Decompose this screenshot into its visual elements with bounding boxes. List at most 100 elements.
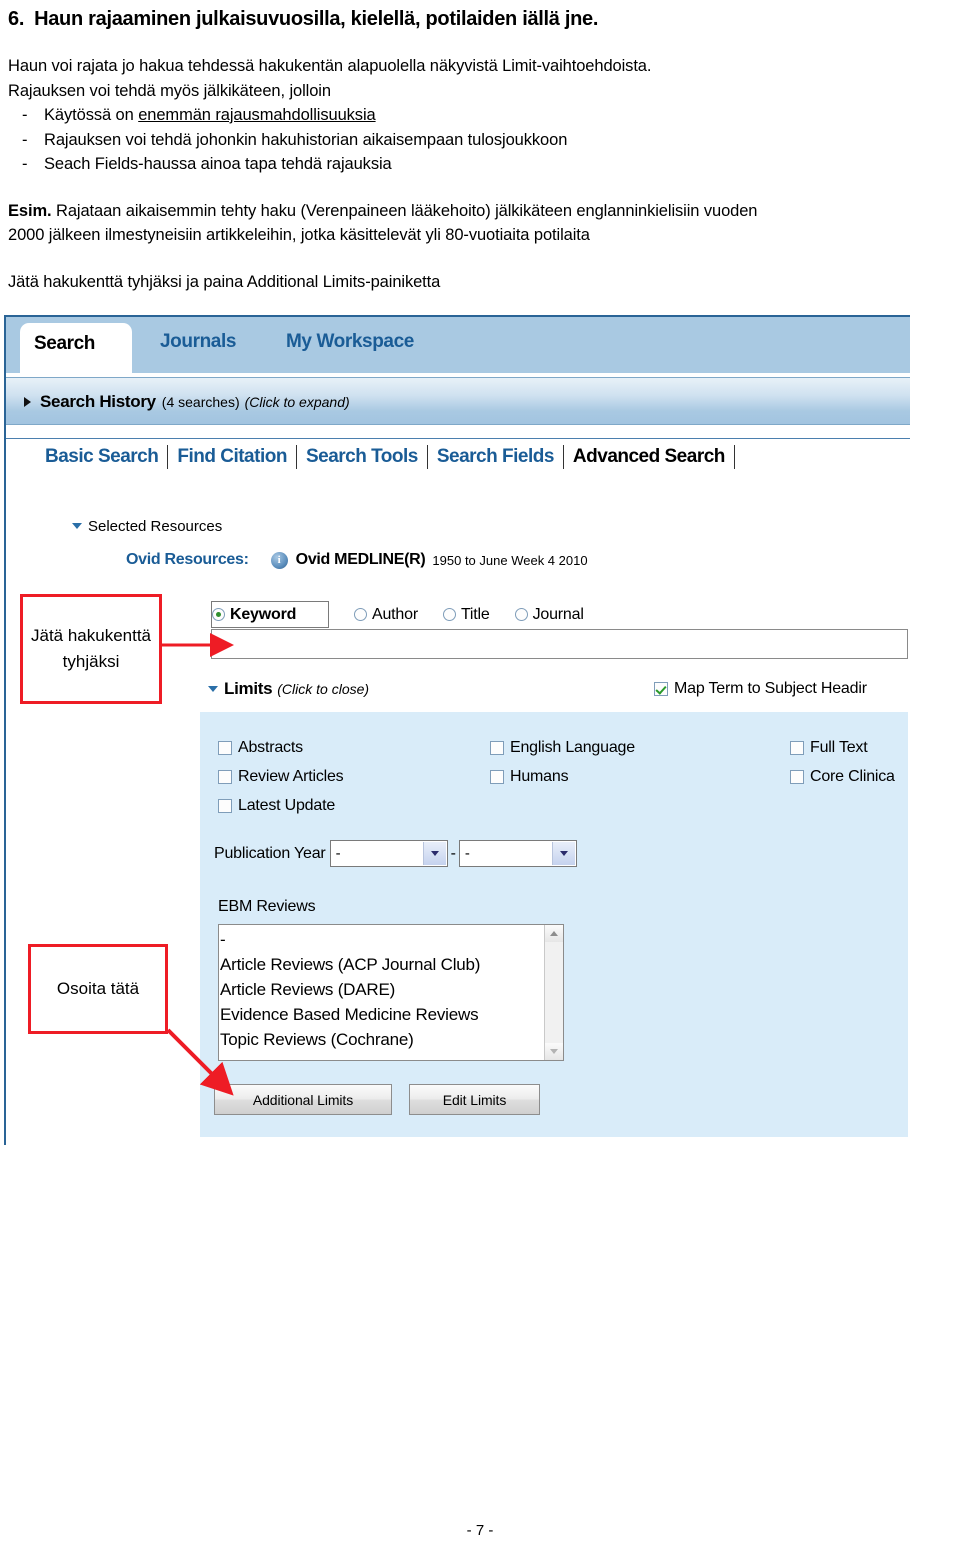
- radio-title-icon[interactable]: [442, 608, 456, 621]
- bullet-text-underlined: enemmän rajausmahdollisuuksia: [138, 106, 376, 124]
- radio-keyword-icon[interactable]: [212, 608, 225, 621]
- english-language-label: English Language: [510, 739, 635, 756]
- checkbox-row-abstracts[interactable]: Abstracts: [218, 739, 303, 757]
- selected-resources-label: Selected Resources: [88, 518, 223, 535]
- radio-author-label: Author: [372, 605, 418, 623]
- scroll-down-icon[interactable]: [545, 1043, 563, 1060]
- publication-year-to-value: -: [464, 845, 470, 862]
- radio-journal-label: Journal: [532, 605, 584, 623]
- search-input[interactable]: [211, 629, 908, 659]
- subnav-item-basic-search[interactable]: Basic Search: [36, 446, 167, 468]
- additional-limits-button[interactable]: Additional Limits: [214, 1084, 392, 1115]
- ovid-database-range: 1950 to June Week 4 2010: [432, 552, 588, 568]
- radio-option-author[interactable]: Author: [354, 606, 418, 624]
- annotation-box-leave-field-empty: Jätä hakukenttä tyhjäksi: [20, 594, 162, 704]
- search-history-title: Search History: [40, 392, 156, 411]
- list-item[interactable]: Article Reviews (ACP Journal Club): [220, 952, 563, 977]
- bullet-dash: -: [22, 106, 28, 124]
- english-language-checkbox[interactable]: [490, 741, 504, 755]
- annotation-box-point-here: Osoita tätä: [28, 944, 168, 1034]
- nav-divider: [733, 445, 735, 469]
- example-paragraph-line-2: 2000 jälkeen ilmestyneisiin artikkeleihi…: [8, 226, 590, 244]
- tab-my-workspace-label: My Workspace: [286, 331, 414, 352]
- chevron-down-icon[interactable]: [422, 842, 446, 865]
- checkbox-row-full-text[interactable]: Full Text: [790, 739, 868, 757]
- review-articles-checkbox[interactable]: [218, 770, 232, 784]
- list-item[interactable]: -: [220, 927, 563, 952]
- checkbox-row-review-articles[interactable]: Review Articles: [218, 768, 344, 786]
- bullet-text-pre: Rajauksen voi tehdä johonkin hakuhistori…: [44, 130, 568, 149]
- bullet-text-pre: Käytössä on: [44, 106, 139, 124]
- limits-toggle[interactable]: Limits (Click to close): [208, 679, 369, 699]
- list-item[interactable]: Article Reviews (DARE): [220, 977, 563, 1002]
- publication-year-label: Publication Year: [214, 844, 326, 862]
- publication-year-to-select[interactable]: -: [458, 840, 577, 867]
- list-item[interactable]: Evidence Based Medicine Reviews: [220, 1002, 563, 1027]
- checkbox-row-english-language[interactable]: English Language: [490, 739, 635, 757]
- radio-author-icon[interactable]: [354, 608, 367, 621]
- search-history-hint: (Click to expand): [244, 394, 350, 410]
- full-text-checkbox[interactable]: [790, 741, 804, 755]
- list-item[interactable]: Topic Reviews (Cochrane): [220, 1027, 563, 1052]
- map-term-checkbox-row[interactable]: Map Term to Subject Headir: [654, 680, 908, 698]
- tab-my-workspace[interactable]: My Workspace: [272, 321, 428, 375]
- search-history-bar[interactable]: Search History (4 searches) (Click to expa…: [6, 377, 910, 425]
- ovid-resources-label: Ovid Resources:: [126, 551, 249, 568]
- ebm-reviews-listbox[interactable]: - Article Reviews (ACP Journal Club) Art…: [218, 924, 564, 1061]
- bullet-text-pre: Seach Fields-haussa ainoa tapa tehdä raj…: [44, 155, 392, 173]
- core-clinical-label: Core Clinica: [810, 768, 895, 785]
- bullet-dash: -: [22, 130, 28, 149]
- search-history-count: (4 searches): [161, 394, 240, 410]
- example-label: Esim.: [8, 201, 52, 220]
- ebm-reviews-options: - Article Reviews (ACP Journal Club) Art…: [219, 925, 563, 1052]
- intro-paragraph-2: Rajauksen voi tehdä myös jälkikäteen, jo…: [8, 81, 331, 100]
- info-icon[interactable]: i: [270, 551, 288, 569]
- tab-journals-label: Journals: [160, 331, 236, 352]
- subnav-item-advanced-search[interactable]: Advanced Search: [564, 446, 734, 468]
- chevron-right-icon: [24, 397, 31, 407]
- list-item: - Käytössä on enemmän rajausmahdollisuuks…: [8, 103, 956, 128]
- radio-option-title[interactable]: Title: [442, 606, 490, 624]
- checkbox-row-core-clinical[interactable]: Core Clinica: [790, 768, 895, 786]
- selected-resources-toggle[interactable]: Selected Resources: [72, 518, 222, 535]
- top-tab-strip: Search Journals My Workspace: [6, 315, 910, 375]
- tab-search[interactable]: Search: [20, 323, 132, 375]
- checkbox-row-humans[interactable]: Humans: [490, 768, 569, 786]
- chevron-down-icon[interactable]: [551, 842, 575, 865]
- page-title-number: 6.: [8, 8, 25, 30]
- radio-option-journal[interactable]: Journal: [514, 605, 584, 624]
- ebm-scrollbar[interactable]: [544, 925, 563, 1060]
- subnav-item-search-tools[interactable]: Search Tools: [297, 446, 427, 468]
- chevron-down-icon: [72, 523, 82, 529]
- publication-year-from-value: -: [335, 845, 341, 862]
- humans-label: Humans: [510, 768, 569, 785]
- publication-year-separator: -: [450, 844, 456, 862]
- edit-limits-button[interactable]: Edit Limits: [409, 1084, 540, 1115]
- abstracts-checkbox[interactable]: [218, 741, 232, 755]
- checkbox-row-latest-update[interactable]: Latest Update: [218, 797, 335, 815]
- tab-search-label: Search: [34, 333, 95, 354]
- search-mode-nav: Basic Search Find Citation Search Tools …: [6, 438, 910, 483]
- radio-journal-icon[interactable]: [514, 608, 528, 621]
- latest-update-checkbox[interactable]: [218, 799, 232, 813]
- intro-paragraph-1: Haun voi rajata jo hakua tehdessä hakuke…: [8, 57, 652, 75]
- publication-year-from-select[interactable]: -: [329, 840, 448, 867]
- subnav-item-search-fields[interactable]: Search Fields: [428, 446, 563, 468]
- bullet-dash: -: [22, 155, 28, 173]
- tab-journals[interactable]: Journals: [146, 321, 250, 375]
- limits-title: Limits: [224, 679, 273, 698]
- subnav-item-find-citation[interactable]: Find Citation: [168, 446, 296, 468]
- ovid-resources-row: Ovid Resources: i Ovid MEDLINE(R) 1950 t…: [126, 551, 588, 569]
- scroll-up-icon[interactable]: [545, 925, 563, 942]
- map-term-checkbox[interactable]: [654, 682, 668, 696]
- core-clinical-checkbox[interactable]: [790, 770, 804, 784]
- instruction-paragraph: Jätä hakukenttä tyhjäksi ja paina Additi…: [8, 272, 441, 291]
- radio-option-keyword[interactable]: Keyword: [211, 601, 329, 628]
- full-text-label: Full Text: [810, 739, 868, 756]
- map-term-label: Map Term to Subject Headir: [674, 680, 867, 697]
- humans-checkbox[interactable]: [490, 770, 504, 784]
- abstracts-label: Abstracts: [238, 739, 303, 756]
- limits-hint: (Click to close): [277, 681, 370, 697]
- review-articles-label: Review Articles: [238, 768, 344, 785]
- limits-button-row: Additional Limits Edit Limits: [214, 1084, 540, 1115]
